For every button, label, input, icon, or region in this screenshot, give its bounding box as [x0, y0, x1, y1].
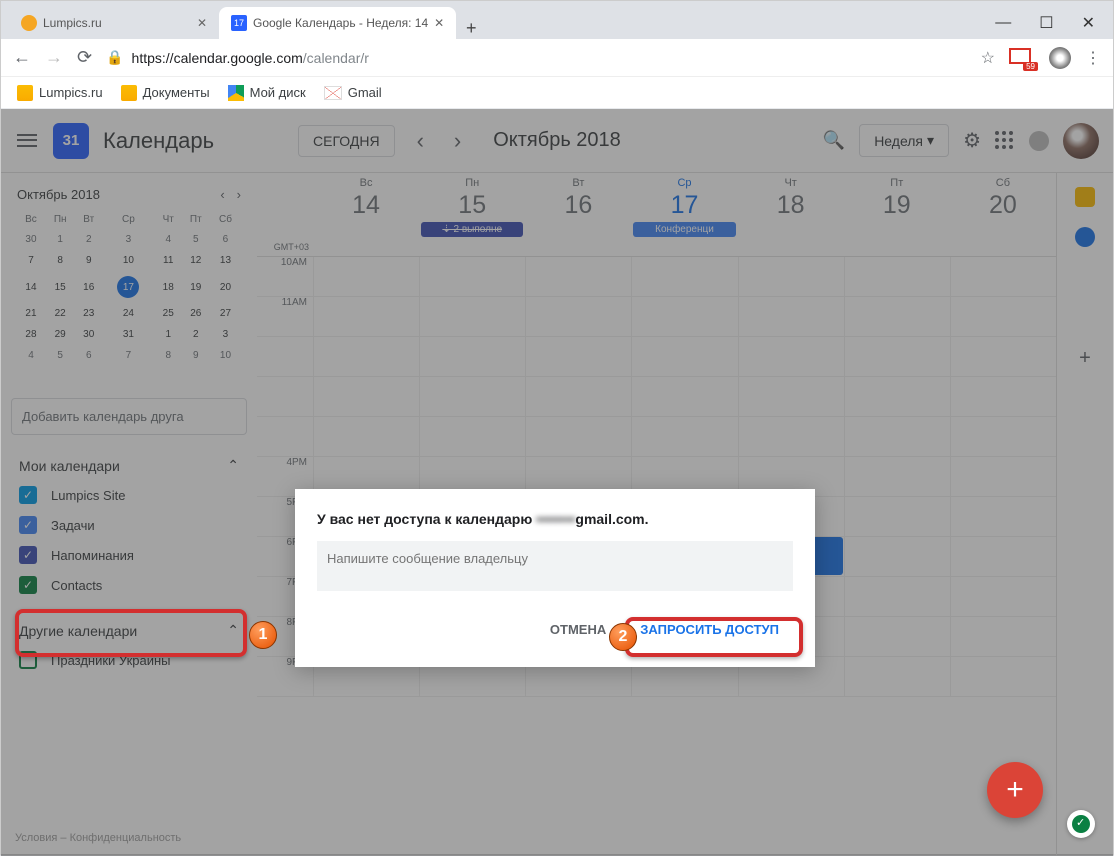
view-selector[interactable]: Неделя▾: [859, 124, 949, 157]
sidebar: Октябрь 2018 ‹ › ВсПнВтСрЧтПтСб 301234567…: [1, 173, 257, 856]
create-event-fab[interactable]: +: [987, 762, 1043, 818]
minical-grid[interactable]: ВсПнВтСрЧтПтСб 3012345678910111213141516…: [17, 210, 241, 366]
tab-label: Lumpics.ru: [43, 16, 102, 30]
mini-calendar: Октябрь 2018 ‹ › ВсПнВтСрЧтПтСб 301234567…: [11, 187, 247, 366]
window-controls: — ☐ ✕: [995, 7, 1105, 39]
menu-icon[interactable]: ⋮: [1085, 48, 1101, 68]
close-icon[interactable]: ✕: [197, 16, 207, 30]
gear-icon[interactable]: ⚙: [963, 128, 981, 153]
chevron-down-icon: ▾: [927, 132, 934, 149]
calendar-item[interactable]: ✓Lumpics Site: [11, 480, 247, 510]
chevron-up-icon[interactable]: ⌃: [227, 457, 239, 474]
annotation-highlight-2: [625, 617, 803, 657]
calendar-item[interactable]: ✓Contacts: [11, 570, 247, 600]
close-icon[interactable]: ✕: [434, 16, 444, 30]
next-icon[interactable]: ›: [446, 128, 469, 154]
app-bar: 31 Календарь СЕГОДНЯ ‹ › Октябрь 2018 🔍 …: [1, 109, 1113, 173]
reload-icon[interactable]: ⟳: [77, 47, 92, 68]
bell-icon[interactable]: [1029, 131, 1049, 151]
side-panel: +: [1057, 173, 1113, 856]
add-icon[interactable]: +: [1079, 347, 1091, 370]
minimize-icon[interactable]: —: [995, 14, 1011, 32]
close-window-icon[interactable]: ✕: [1082, 13, 1095, 33]
prev-icon[interactable]: ‹: [409, 128, 432, 154]
back-icon[interactable]: ←: [13, 47, 31, 68]
bookmark-item[interactable]: Мой диск: [228, 85, 306, 101]
url-input[interactable]: 🔒 https://calendar.google.com/calendar/r: [106, 49, 967, 66]
app-title: Календарь: [103, 128, 214, 154]
modal-title: У вас нет доступа к календарю ••••••••gm…: [317, 511, 793, 527]
calendar-item[interactable]: ✓Напоминания: [11, 540, 247, 570]
minical-title: Октябрь 2018: [17, 187, 100, 202]
calendar-app: 31 Календарь СЕГОДНЯ ‹ › Октябрь 2018 🔍 …: [1, 109, 1113, 856]
lock-icon: 🔒: [106, 49, 123, 66]
tasks-icon[interactable]: [1075, 227, 1095, 247]
terms-link[interactable]: Условия – Конфиденциальность: [15, 832, 181, 844]
forward-icon[interactable]: →: [45, 47, 63, 68]
bookmark-item[interactable]: Gmail: [324, 85, 382, 100]
newtab-button[interactable]: +: [456, 18, 486, 39]
titlebar: Lumpics.ru ✕ 17 Google Календарь - Недел…: [1, 1, 1113, 39]
today-button[interactable]: СЕГОДНЯ: [298, 125, 395, 157]
adguard-icon[interactable]: [1067, 810, 1095, 838]
bookmark-item[interactable]: Документы: [121, 85, 210, 101]
keep-icon[interactable]: [1075, 187, 1095, 207]
hamburger-icon[interactable]: [15, 129, 39, 153]
bookmark-item[interactable]: Lumpics.ru: [17, 85, 103, 101]
star-icon[interactable]: ☆: [981, 48, 995, 68]
next-month-icon[interactable]: ›: [237, 187, 241, 202]
calendar-item[interactable]: ✓Задачи: [11, 510, 247, 540]
user-avatar[interactable]: [1063, 123, 1099, 159]
profile-avatar[interactable]: [1049, 47, 1071, 69]
calendar-logo: 31: [53, 123, 89, 159]
cancel-button[interactable]: ОТМЕНА: [550, 622, 606, 637]
my-calendars-title: Мои календари: [19, 458, 120, 474]
tab-calendar[interactable]: 17 Google Календарь - Неделя: 14 ✕: [219, 7, 456, 39]
prev-month-icon[interactable]: ‹: [220, 187, 224, 202]
gmail-ext-icon[interactable]: 59: [1009, 48, 1035, 68]
request-access-modal: У вас нет доступа к календарю ••••••••gm…: [295, 489, 815, 667]
message-input[interactable]: [317, 541, 793, 591]
annotation-badge-2: 2: [609, 623, 637, 651]
annotation-highlight-1: [15, 609, 247, 657]
address-bar: ← → ⟳ 🔒 https://calendar.google.com/cale…: [1, 39, 1113, 77]
browser-window: Lumpics.ru ✕ 17 Google Календарь - Недел…: [0, 0, 1114, 855]
tab-label: Google Календарь - Неделя: 14: [253, 16, 428, 30]
search-icon[interactable]: 🔍: [823, 130, 845, 151]
apps-icon[interactable]: [995, 131, 1015, 151]
month-label: Октябрь 2018: [493, 129, 621, 152]
add-friend-calendar-input[interactable]: Добавить календарь друга: [11, 398, 247, 435]
tab-lumpics[interactable]: Lumpics.ru ✕: [9, 7, 219, 39]
maximize-icon[interactable]: ☐: [1039, 13, 1053, 33]
bookmarks-bar: Lumpics.ru Документы Мой диск Gmail: [1, 77, 1113, 109]
annotation-badge-1: 1: [249, 621, 277, 649]
